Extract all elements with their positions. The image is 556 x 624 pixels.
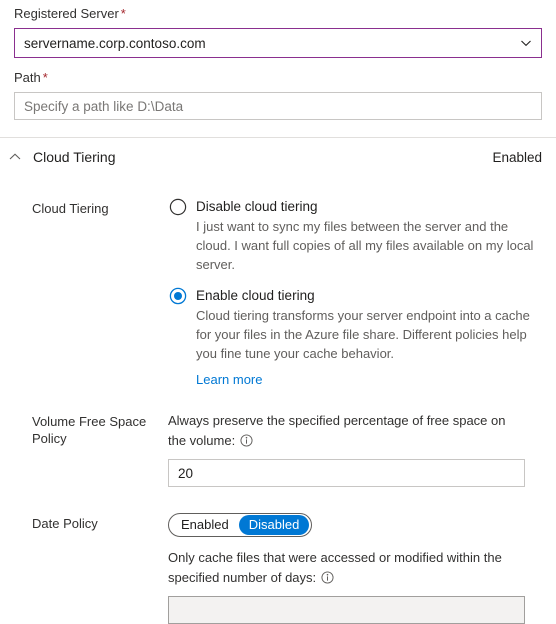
path-label: Path * xyxy=(14,70,542,86)
cloud-tiering-row: Cloud Tiering Disable cloud tiering I ju… xyxy=(0,198,556,387)
radio-disable-title: Disable cloud tiering xyxy=(196,199,318,214)
radio-disable-description: I just want to sync my files between the… xyxy=(196,219,534,272)
volume-free-space-row-label: Volume Free Space Policy xyxy=(32,414,147,446)
registered-server-value: servername.corp.contoso.com xyxy=(24,35,206,51)
radio-unselected-icon xyxy=(169,198,187,216)
date-policy-description-text: Only cache files that were accessed or m… xyxy=(168,550,502,585)
volume-free-space-content: Always preserve the specified percentage… xyxy=(168,411,542,487)
date-policy-toggle[interactable]: Enabled Disabled xyxy=(168,513,313,537)
radio-enable-texts: Enable cloud tiering Cloud tiering trans… xyxy=(196,287,542,387)
date-policy-row: Date Policy Enabled Disabled Only cache … xyxy=(0,513,556,624)
radio-enable-description: Cloud tiering transforms your server end… xyxy=(196,308,530,361)
path-label-text: Path xyxy=(14,70,41,85)
date-policy-row-label: Date Policy xyxy=(32,516,98,531)
path-input[interactable]: Specify a path like D:\Data xyxy=(14,92,542,120)
info-icon[interactable] xyxy=(240,434,253,447)
path-placeholder: Specify a path like D:\Data xyxy=(24,98,184,114)
radio-option-disable-cloud-tiering[interactable]: Disable cloud tiering I just want to syn… xyxy=(168,198,542,274)
learn-more-link[interactable]: Learn more xyxy=(196,372,262,387)
volume-free-space-row: Volume Free Space Policy Always preserve… xyxy=(0,411,556,487)
volume-free-space-description-text: Always preserve the specified percentage… xyxy=(168,413,506,448)
volume-free-space-input[interactable]: 20 xyxy=(168,459,525,487)
path-field: Path * Specify a path like D:\Data xyxy=(14,70,542,120)
date-policy-toggle-enabled[interactable]: Enabled xyxy=(171,515,239,535)
cloud-tiering-row-label: Cloud Tiering xyxy=(32,201,109,216)
required-asterisk-path: * xyxy=(42,70,48,85)
info-icon[interactable] xyxy=(321,571,334,584)
registered-server-field: Registered Server * servername.corp.conto… xyxy=(14,6,542,58)
date-policy-description: Only cache files that were accessed or m… xyxy=(168,548,526,588)
chevron-down-icon xyxy=(521,40,531,47)
radio-option-enable-cloud-tiering[interactable]: Enable cloud tiering Cloud tiering trans… xyxy=(168,287,542,387)
date-policy-toggle-disabled[interactable]: Disabled xyxy=(238,515,310,535)
radio-enable-title: Enable cloud tiering xyxy=(196,288,315,303)
date-policy-days-input xyxy=(168,596,525,624)
radio-selected-icon xyxy=(169,287,187,305)
cloud-tiering-options: Disable cloud tiering I just want to syn… xyxy=(168,198,542,387)
required-asterisk: * xyxy=(120,6,126,21)
chevron-up-icon xyxy=(9,153,21,160)
registered-server-dropdown[interactable]: servername.corp.contoso.com xyxy=(14,28,542,58)
volume-free-space-value: 20 xyxy=(178,465,194,481)
cloud-tiering-section-header[interactable]: Cloud Tiering Enabled xyxy=(0,138,556,176)
volume-free-space-description: Always preserve the specified percentage… xyxy=(168,411,526,451)
registered-server-label: Registered Server * xyxy=(14,6,542,22)
date-policy-content: Enabled Disabled Only cache files that w… xyxy=(168,513,542,624)
section-title: Cloud Tiering xyxy=(33,149,116,165)
radio-disable-texts: Disable cloud tiering I just want to syn… xyxy=(196,198,542,274)
top-fields-area: Registered Server * servername.corp.conto… xyxy=(0,0,556,120)
registered-server-label-text: Registered Server xyxy=(14,6,119,21)
section-status-badge: Enabled xyxy=(492,149,542,165)
